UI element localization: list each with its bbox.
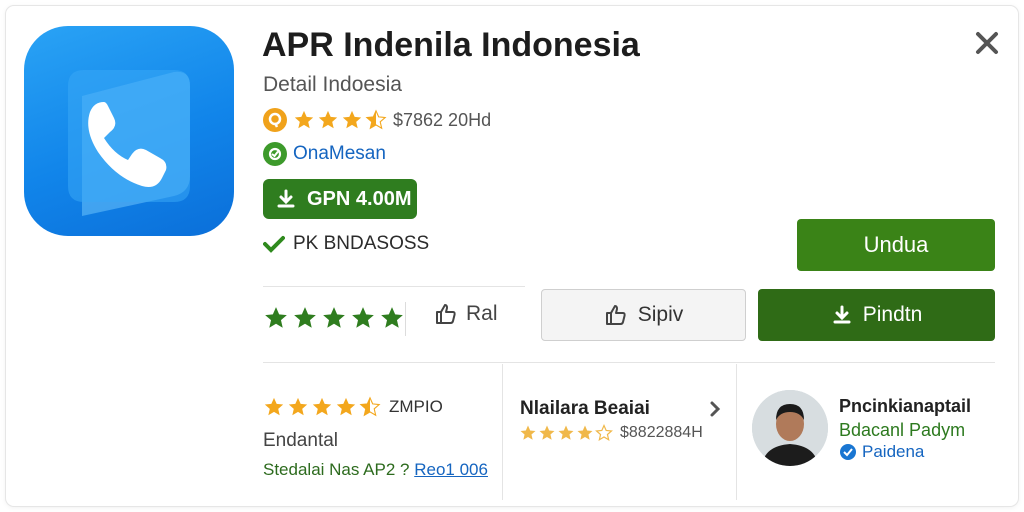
- developer-profile-name[interactable]: Pncinkianaptail: [839, 396, 971, 417]
- install-label: Pindtn: [862, 303, 923, 326]
- thumbs-up-icon: [436, 304, 456, 324]
- related-app-count: $8822884H: [620, 424, 703, 441]
- review-label: Endantal: [263, 430, 339, 451]
- star-icon: [318, 110, 338, 129]
- divider: [263, 362, 995, 363]
- star-icon: [342, 110, 362, 129]
- download-icon: [833, 305, 851, 324]
- rating-stars: [293, 109, 387, 131]
- developer-profile-badge-label: Paidena: [862, 442, 925, 461]
- developer-row[interactable]: OnaMesan: [263, 141, 386, 167]
- star-icon: [558, 425, 574, 440]
- star-icon: [520, 425, 536, 440]
- share-button[interactable]: Sipiv: [541, 289, 746, 341]
- star-half-icon: [359, 396, 381, 417]
- review-footer: Stedalai Nas AP2 ? Reo1 006: [263, 460, 488, 480]
- size-label: GPN 4.00M: [307, 187, 412, 210]
- thumbs-up-icon: [605, 305, 626, 325]
- developer-name[interactable]: OnaMesan: [293, 143, 386, 165]
- rating-count: $7862 20Hd: [393, 109, 492, 130]
- close-icon[interactable]: [972, 28, 1002, 58]
- developer-profile-badge: Paidena: [839, 442, 924, 462]
- avatar[interactable]: [752, 390, 828, 466]
- size-badge: GPN 4.00M: [263, 179, 417, 219]
- star-icon[interactable]: [321, 305, 347, 331]
- divider: [263, 286, 525, 287]
- divider: [502, 364, 503, 500]
- star-icon: [336, 397, 356, 416]
- like-button[interactable]: Ral: [434, 302, 498, 326]
- app-title: APR Indenila Indonesia: [262, 26, 640, 64]
- award-icon: [263, 108, 287, 132]
- verified-label: PK BNDASOSS: [293, 233, 430, 254]
- share-label: Sipiv: [637, 303, 684, 326]
- star-icon[interactable]: [292, 305, 318, 331]
- rating-row: $7862 20Hd: [263, 107, 491, 133]
- download-icon: [277, 189, 295, 208]
- star-icon: [539, 425, 555, 440]
- install-button[interactable]: Pindtn: [758, 289, 995, 341]
- related-app-rating: $8822884H: [519, 424, 703, 442]
- star-half-icon: [595, 424, 613, 441]
- star-icon: [294, 110, 314, 129]
- app-subtitle: Detail Indoesia: [263, 73, 402, 96]
- review-footer-text: Stedalai Nas AP2 ?: [263, 460, 410, 479]
- star-icon: [288, 397, 308, 416]
- primary-button[interactable]: Undua: [797, 219, 995, 271]
- star-icon: [312, 397, 332, 416]
- star-icon: [577, 425, 593, 440]
- review-stars: ZMPIO: [263, 396, 443, 418]
- developer-icon: [263, 142, 287, 166]
- star-icon[interactable]: [263, 305, 289, 331]
- check-icon: [263, 236, 285, 253]
- verified-badge-icon: [840, 444, 856, 460]
- phone-app-icon: [24, 26, 234, 236]
- star-half-icon: [365, 109, 387, 130]
- star-icon[interactable]: [350, 305, 376, 331]
- review-count: ZMPIO: [389, 397, 443, 416]
- review-footer-link[interactable]: Reo1 006: [414, 460, 488, 479]
- developer-profile-subtitle: Bdacanl Padym: [839, 420, 966, 440]
- related-app-title[interactable]: Nlailara Beaiai: [520, 398, 650, 420]
- chevron-right-icon[interactable]: [705, 399, 725, 419]
- divider: [405, 302, 406, 336]
- verified-row: PK BNDASOSS: [263, 233, 429, 255]
- star-icon[interactable]: [379, 305, 405, 331]
- star-icon: [264, 397, 284, 416]
- divider: [736, 364, 737, 500]
- like-label: Ral: [466, 302, 498, 325]
- user-rating-stars[interactable]: [263, 305, 405, 331]
